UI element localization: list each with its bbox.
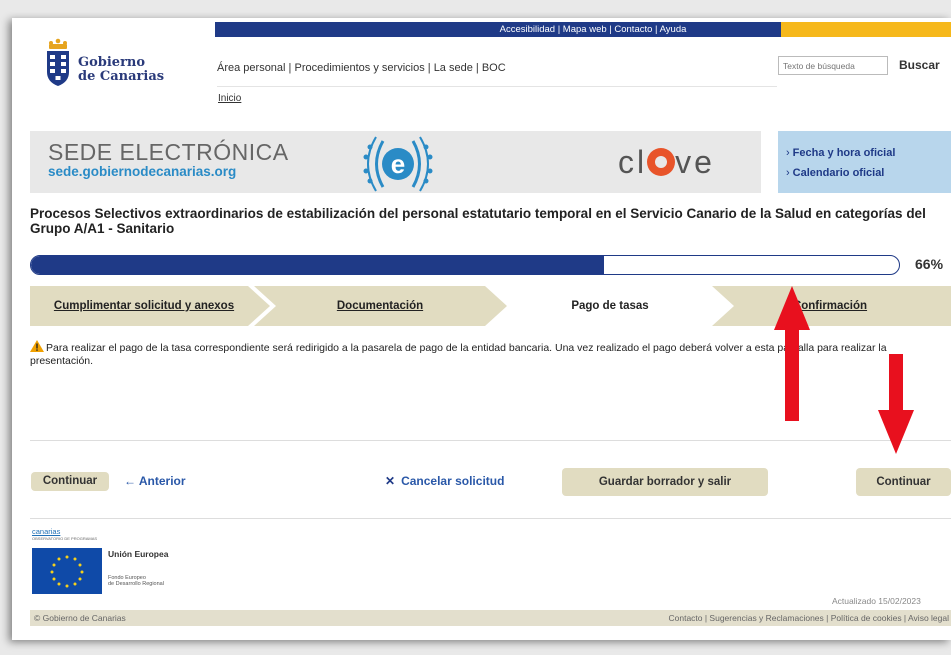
eu-title: Unión Europea bbox=[108, 549, 169, 559]
coat-of-arms-icon bbox=[47, 38, 69, 86]
warning-icon bbox=[30, 340, 44, 352]
nav-la-sede[interactable]: La sede bbox=[434, 62, 473, 74]
previous-button[interactable]: ← Anterior bbox=[124, 474, 186, 488]
red-arrow-up-icon bbox=[774, 286, 810, 421]
footer-divider bbox=[30, 518, 951, 519]
gobierno-canarias-logo[interactable]: Gobierno de Canarias bbox=[42, 36, 172, 96]
fecha-hora-link[interactable]: › Fecha y hora oficial bbox=[786, 143, 951, 163]
logo-line-1: Gobierno bbox=[78, 55, 146, 70]
progress-bar bbox=[30, 255, 900, 275]
canarias-observatorio-logo: canarias OBSERVATORIO DE PROGRAMAS bbox=[32, 528, 97, 542]
red-arrow-down-icon bbox=[878, 354, 914, 454]
nav-separator: | bbox=[472, 62, 482, 74]
nav-procedimientos[interactable]: Procedimientos y servicios bbox=[294, 62, 424, 74]
svg-text:e: e bbox=[391, 149, 405, 179]
step-label: Documentación bbox=[336, 300, 424, 312]
utility-links[interactable]: Accesibilidad | Mapa web | Contacto | Ay… bbox=[500, 24, 687, 35]
nav-boc[interactable]: BOC bbox=[482, 62, 506, 74]
search-input[interactable] bbox=[778, 56, 888, 75]
procedure-title: Procesos Selectivos extraordinarios de e… bbox=[30, 206, 926, 236]
yellow-accent-bar bbox=[781, 22, 951, 37]
sede-banner[interactable]: SEDE ELECTRÓNICA sede.gobiernodecanarias… bbox=[30, 131, 761, 193]
logo-text: Gobierno de Canarias bbox=[78, 56, 164, 84]
progress-fill bbox=[31, 256, 604, 274]
canarias-text: canarias bbox=[32, 527, 61, 536]
close-icon: ✕ bbox=[385, 474, 396, 488]
eu-flag-icon bbox=[32, 548, 102, 594]
logo-line-2: de Canarias bbox=[78, 69, 165, 84]
save-draft-button[interactable]: Guardar borrador y salir bbox=[562, 468, 768, 496]
e-administration-icon: e bbox=[363, 136, 433, 192]
continue-button[interactable]: Continuar bbox=[856, 468, 951, 496]
calendario-label: Calendario oficial bbox=[792, 167, 885, 179]
cancel-label: Cancelar solicitud bbox=[401, 474, 505, 488]
step-label: Cumplimentar solicitud y anexos bbox=[53, 300, 235, 312]
last-updated: Actualizado 15/02/2023 bbox=[832, 596, 921, 606]
step-documentacion[interactable]: Documentación bbox=[270, 286, 490, 326]
step-pago-tasas: Pago de tasas bbox=[510, 286, 710, 326]
cancel-request-button[interactable]: ✕ Cancelar solicitud bbox=[385, 474, 504, 488]
banner-title: SEDE ELECTRÓNICA bbox=[48, 139, 289, 165]
nav-divider bbox=[217, 86, 777, 87]
browser-page: Accesibilidad | Mapa web | Contacto | Ay… bbox=[12, 18, 951, 640]
payment-warning: Para realizar el pago de la tasa corresp… bbox=[30, 340, 951, 368]
previous-label: Anterior bbox=[138, 474, 186, 488]
calendario-link[interactable]: › Calendario oficial bbox=[786, 163, 951, 183]
progress-percent: 66% bbox=[915, 256, 944, 272]
step-confirmacion[interactable]: Confirmación bbox=[730, 286, 930, 326]
wizard-steps: Cumplimentar solicitud y anexos Document… bbox=[30, 286, 951, 326]
clave-logo: cl ve bbox=[618, 144, 715, 181]
main-nav: Área personal | Procedimientos y servici… bbox=[217, 62, 506, 74]
canarias-sub-text: OBSERVATORIO DE PROGRAMAS bbox=[32, 536, 98, 541]
eu-fund-line-2: de Desarrollo Regional bbox=[108, 581, 164, 587]
clave-text-pre: cl bbox=[618, 144, 648, 180]
official-links-panel: › Fecha y hora oficial › Calendario oficia… bbox=[778, 131, 951, 193]
step-cumplimentar[interactable]: Cumplimentar solicitud y anexos bbox=[30, 286, 258, 326]
nav-area-personal[interactable]: Área personal bbox=[217, 62, 286, 74]
continue-button-small[interactable]: Continuar bbox=[31, 472, 109, 491]
footer-bar: © Gobierno de Canarias Contacto | Sugere… bbox=[30, 610, 951, 626]
copyright: © Gobierno de Canarias bbox=[34, 613, 126, 623]
nav-separator: | bbox=[424, 62, 434, 74]
footer-links[interactable]: Contacto | Sugerencias y Reclamaciones |… bbox=[668, 610, 949, 626]
breadcrumb-inicio[interactable]: Inicio bbox=[218, 93, 241, 104]
fecha-hora-label: Fecha y hora oficial bbox=[792, 147, 896, 159]
utility-links-bar: Accesibilidad | Mapa web | Contacto | Ay… bbox=[215, 22, 781, 37]
search-button[interactable]: Buscar bbox=[899, 58, 940, 72]
banner-url: sede.gobiernodecanarias.org bbox=[48, 164, 237, 179]
clave-text-post: ve bbox=[675, 144, 715, 180]
link-arrow-icon: › bbox=[786, 147, 790, 159]
eu-fund-text: Fondo Europeo de Desarrollo Regional bbox=[108, 575, 164, 587]
content-divider bbox=[30, 440, 951, 441]
link-arrow-icon: › bbox=[786, 167, 790, 179]
step-label: Pago de tasas bbox=[571, 300, 649, 312]
arrow-left-icon: ← bbox=[124, 474, 136, 488]
top-utility-bar: Accesibilidad | Mapa web | Contacto | Ay… bbox=[215, 22, 951, 37]
clave-o-icon bbox=[647, 148, 676, 176]
warning-text: Para realizar el pago de la tasa corresp… bbox=[30, 342, 887, 367]
